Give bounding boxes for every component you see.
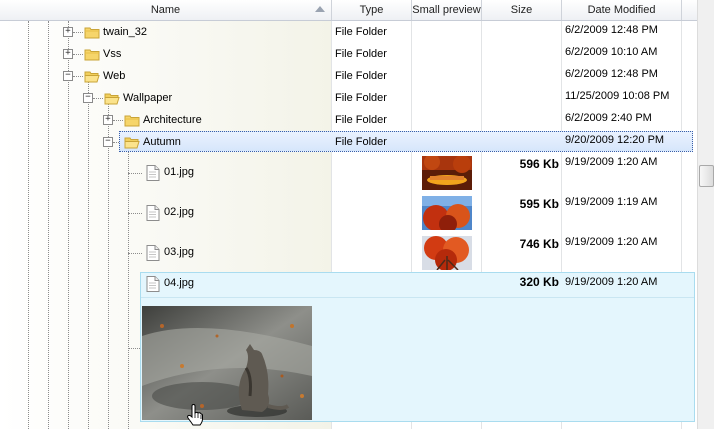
plus-box-icon[interactable]: +	[63, 49, 73, 59]
file-icon	[146, 165, 160, 181]
tree-row-architecture[interactable]: + Architecture File Folder 6/2/2009 2:40…	[0, 110, 697, 132]
scrollbar-thumb[interactable]	[699, 165, 714, 187]
row-date: 9/19/2009 1:19 AM	[565, 196, 658, 208]
file-row-04-jpg[interactable]: 04.jpg 320 Kb 9/19/2009 1:20 AM	[0, 272, 697, 422]
tree-row-wallpaper[interactable]: − Wallpaper File Folder 11/25/2009 10:08…	[0, 88, 697, 110]
file-icon	[146, 276, 160, 292]
row-name: Wallpaper	[123, 92, 173, 104]
row-name: Web	[103, 70, 126, 82]
column-size-label: Size	[510, 4, 533, 16]
row-date: 11/25/2009 10:08 PM	[565, 90, 670, 102]
row-date: 6/2/2009 10:10 AM	[565, 46, 658, 58]
row-type: File Folder	[335, 92, 387, 104]
tree-row-vss[interactable]: + Vss File Folder 6/2/2009 10:10 AM	[0, 44, 697, 66]
column-header-type[interactable]: Type	[332, 0, 412, 20]
file-row-02-jpg[interactable]: 02.jpg 595 Kb 9/19/2009 1:19 AM	[0, 194, 697, 234]
row-type: File Folder	[335, 136, 387, 148]
large-preview-image	[142, 306, 312, 420]
column-header-date[interactable]: Date Modified	[562, 0, 682, 20]
row-size: 595 Kb	[519, 197, 559, 211]
row-name: 03.jpg	[164, 246, 194, 258]
folder-open-icon	[84, 70, 100, 83]
file-icon	[146, 245, 160, 261]
tree-row-twain-32[interactable]: + twain_32 File Folder 6/2/2009 12:48 PM	[0, 22, 697, 44]
column-name-label: Name	[150, 4, 181, 16]
tree-row-autumn[interactable]: − Autumn File Folder 9/20/2009 12:20 PM	[0, 132, 697, 154]
column-date-label: Date Modified	[587, 4, 656, 16]
minus-box-icon[interactable]: −	[83, 93, 93, 103]
row-name: 01.jpg	[164, 166, 194, 178]
tree-row-web[interactable]: − Web File Folder 6/2/2009 12:48 PM	[0, 66, 697, 88]
row-type: File Folder	[335, 114, 387, 126]
row-name: 02.jpg	[164, 206, 194, 218]
column-preview-label: Small preview	[412, 4, 481, 16]
folder-icon	[124, 114, 140, 127]
folder-open-icon	[124, 136, 140, 149]
row-name: Vss	[103, 48, 122, 60]
row-size: 320 Kb	[519, 275, 559, 289]
row-date: 6/2/2009 2:40 PM	[565, 112, 652, 124]
minus-box-icon[interactable]: −	[103, 137, 113, 147]
row-name: Architecture	[143, 114, 202, 126]
row-date: 9/20/2009 12:20 PM	[565, 134, 665, 146]
column-header-size[interactable]: Size	[482, 0, 562, 20]
row-date: 9/19/2009 1:20 AM	[565, 156, 658, 168]
column-header-name[interactable]: Name	[0, 0, 332, 20]
row-size: 746 Kb	[519, 237, 559, 251]
column-header: Name Type Small preview Size Date Modifi…	[0, 0, 697, 21]
column-header-preview[interactable]: Small preview	[412, 0, 482, 20]
row-name: Autumn	[143, 136, 181, 148]
hand-pointer-icon	[186, 403, 204, 429]
sort-ascending-icon	[315, 6, 325, 12]
file-row-01-jpg[interactable]: 01.jpg 596 Kb 9/19/2009 1:20 AM	[0, 154, 697, 194]
preview-thumbnail	[422, 196, 472, 230]
preview-thumbnail	[422, 236, 472, 270]
column-type-label: Type	[359, 4, 384, 16]
folder-open-icon	[104, 92, 120, 105]
preview-thumbnail	[422, 156, 472, 190]
folder-icon	[84, 48, 100, 61]
minus-box-icon[interactable]: −	[63, 71, 73, 81]
row-type: File Folder	[335, 70, 387, 82]
row-date: 9/19/2009 1:20 AM	[565, 236, 658, 248]
column-header-filler	[682, 0, 697, 20]
row-size: 596 Kb	[519, 157, 559, 171]
plus-box-icon[interactable]: +	[103, 115, 113, 125]
row-date: 6/2/2009 12:48 PM	[565, 68, 658, 80]
row-type: File Folder	[335, 48, 387, 60]
file-icon	[146, 205, 160, 221]
plus-box-icon[interactable]: +	[63, 27, 73, 37]
row-name: twain_32	[103, 26, 148, 38]
folder-icon	[84, 26, 100, 39]
file-row-03-jpg[interactable]: 03.jpg 746 Kb 9/19/2009 1:20 AM	[0, 234, 697, 272]
row-type: File Folder	[335, 26, 387, 38]
row-name: 04.jpg	[164, 277, 194, 289]
vertical-scrollbar[interactable]	[697, 0, 714, 429]
row-date: 9/19/2009 1:20 AM	[565, 276, 658, 288]
row-date: 6/2/2009 12:48 PM	[565, 24, 658, 36]
